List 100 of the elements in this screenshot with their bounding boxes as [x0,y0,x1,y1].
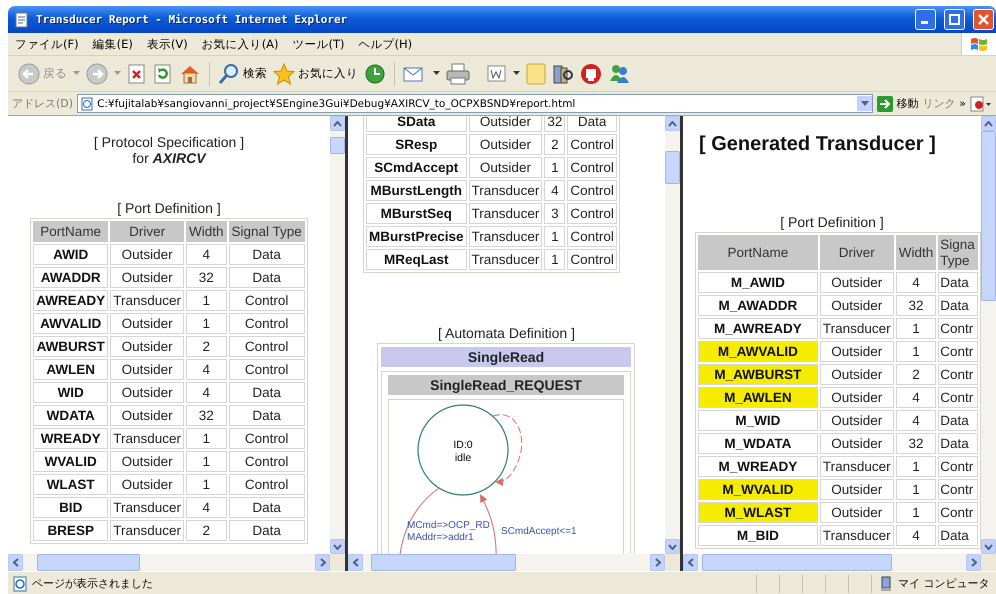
scroll-up-button[interactable] [665,116,680,131]
table-cell: M_BID [698,525,818,546]
search-button[interactable]: 検索 [218,62,267,84]
printer-button[interactable] [446,62,470,84]
table-cell: MBurstSeq [366,203,467,224]
scroll-thumb[interactable] [665,151,680,184]
table-cell: WDATA [33,405,108,426]
table-cell: 4 [186,497,226,518]
vertical-scrollbar[interactable] [330,116,345,554]
links-label[interactable]: リンク [922,96,956,111]
menu-item[interactable]: 編集(E) [86,36,140,52]
table-cell: Transducer [468,180,542,201]
table-cell: Transducer [110,497,184,518]
scroll-right-button[interactable] [315,554,330,571]
table-cell: Outsider [110,267,184,288]
alert-button[interactable] [580,62,602,84]
scroll-up-button[interactable] [330,116,345,131]
table-cell: Data [938,433,978,454]
horizontal-scrollbar[interactable] [348,554,665,571]
research-button[interactable] [552,62,574,84]
caret-icon[interactable] [433,71,440,76]
table-cell: 1 [186,428,226,449]
favorites-button[interactable]: お気に入り [273,62,358,84]
messenger-button[interactable] [608,62,630,84]
menu-item[interactable]: ヘルプ(H) [352,36,420,52]
table-cell: Contr [938,502,978,523]
go-button[interactable]: 移動 [877,96,918,112]
table-cell: MReqLast [366,249,467,270]
maximize-button[interactable] [944,9,965,30]
scroll-right-button[interactable] [650,554,665,571]
report-heading: [ Generated Transducer ] [699,133,937,156]
scroll-thumb[interactable] [330,137,345,154]
caret-icon[interactable] [513,71,520,76]
horizontal-scrollbar[interactable] [8,554,330,571]
table-cell: MBurstPrecise [366,226,467,247]
scroll-left-button[interactable] [683,554,698,571]
scroll-down-button[interactable] [330,539,345,554]
star-icon [273,62,295,84]
column-header: Signal Type [228,221,305,242]
stop-button[interactable] [127,64,147,84]
scroll-thumb[interactable] [371,554,516,571]
table-cell: Outsider [110,382,184,403]
scroll-up-button[interactable] [981,116,996,131]
vertical-scrollbar[interactable] [665,116,680,554]
table-cell: Transducer [468,226,542,247]
close-button[interactable] [973,9,994,30]
table-cell: M_AWLEN [698,387,818,408]
history-button[interactable] [364,62,386,84]
table-cell: Data [228,520,305,541]
scroll-left-button[interactable] [348,554,363,571]
edit-button[interactable] [487,64,507,84]
table-cell: 1 [186,451,226,472]
vertical-scrollbar[interactable] [981,116,996,554]
menu-item[interactable]: ツール(T) [286,36,352,52]
table-cell: MBurstLength [366,180,467,201]
table-cell: Data [228,497,305,518]
refresh-button[interactable] [153,64,173,84]
table-cell: Outsider [468,116,542,132]
status-message: ページが表示されました [32,576,153,591]
horizontal-scrollbar[interactable] [683,554,981,571]
transition-label: MAddr=>addr1 [407,532,474,543]
address-field[interactable]: C:¥fujitalab¥sangiovanni_project¥SEngine3Gui¥Debug¥AXIRCV_to_OCPXBSND¥report.html [77,94,874,113]
table-cell: 3 [544,203,566,224]
table-cell: Outsider [110,313,184,334]
scroll-left-button[interactable] [8,554,23,571]
table-cell: Data [228,267,305,288]
table-cell: Control [567,157,617,178]
menu-item[interactable]: ファイル(F) [8,36,86,52]
transition-label: MCmd=>OCP_RD [407,520,490,531]
report-subheading: for AXIRCV [131,150,208,166]
column-header: Width [896,235,936,270]
table-cell: 1 [544,157,566,178]
table-cell: Transducer [110,520,184,541]
scroll-thumb[interactable] [702,554,892,571]
scroll-right-button[interactable] [966,554,981,571]
minimize-button[interactable] [915,9,936,30]
table-cell: Control [567,226,617,247]
table-cell: 4 [544,180,566,201]
scroll-down-button[interactable] [981,539,996,554]
table-cell: WVALID [33,451,108,472]
more-links-button[interactable]: » [959,97,966,110]
table-cell: WLAST [33,474,108,495]
table-cell: Control [567,203,617,224]
table-cell: 1 [544,226,566,247]
table-cell: Contr [938,364,978,385]
menu-item[interactable]: お気に入り(A) [194,36,286,52]
scroll-thumb[interactable] [37,554,140,571]
scroll-down-button[interactable] [665,539,680,554]
scroll-thumb[interactable] [981,131,996,301]
forward-button[interactable] [86,62,108,84]
table-cell: Data [228,405,305,426]
table-cell: M_WVALID [698,479,818,500]
table-cell: Outsider [820,341,894,362]
table-cell: 2 [186,520,226,541]
menu-item[interactable]: 表示(V) [140,36,195,52]
table-cell: 1 [186,290,226,311]
dropdown-button[interactable] [857,96,872,111]
table-cell: Control [228,336,305,357]
table-cell: Transducer [468,203,542,224]
table-cell: 2 [544,134,566,155]
